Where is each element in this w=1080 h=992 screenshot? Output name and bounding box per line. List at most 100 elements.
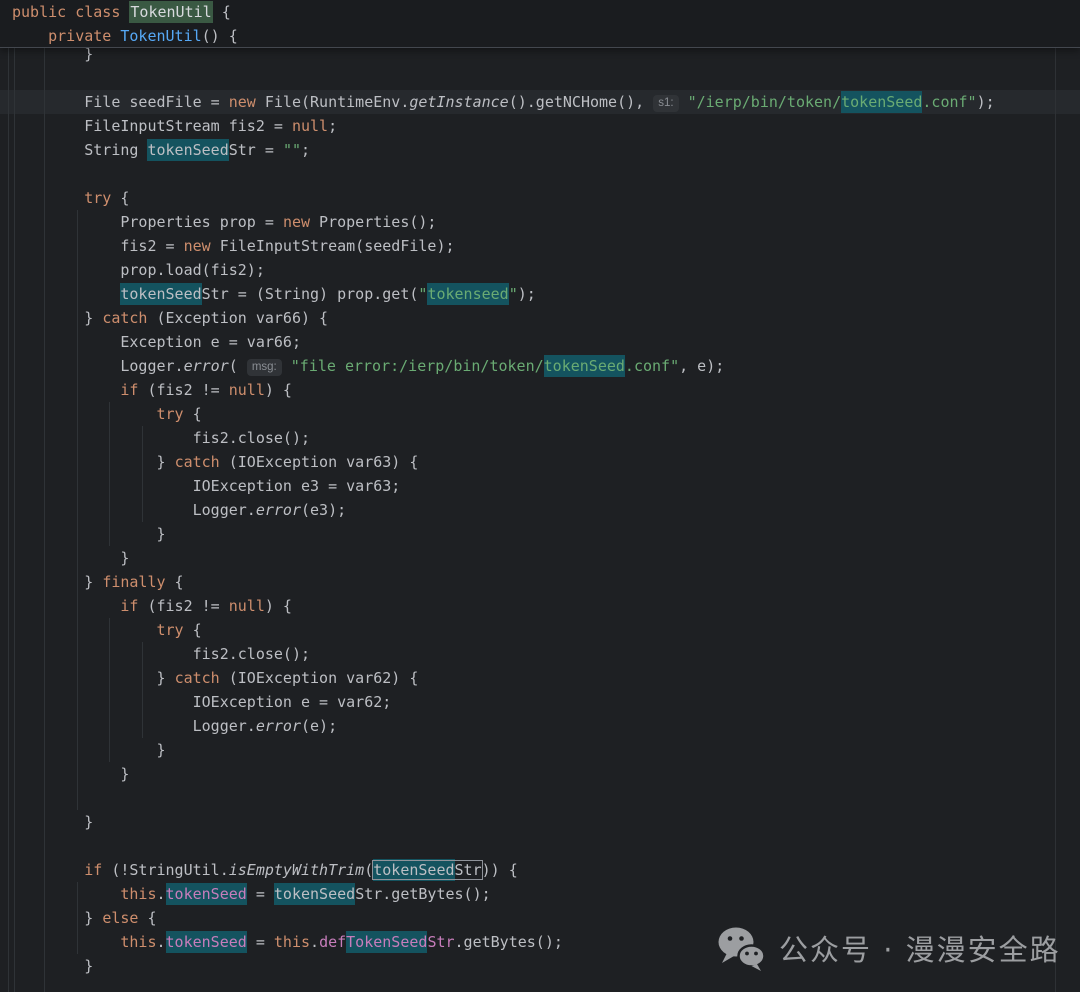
- code-line[interactable]: } catch (Exception var66) {: [0, 306, 1080, 330]
- code-token: =: [247, 933, 274, 951]
- code-token: error: [184, 357, 229, 375]
- code-token: {: [138, 909, 156, 927]
- code-line[interactable]: }: [0, 762, 1080, 786]
- watermark-text: 公众号 · 漫漫安全路: [779, 927, 1061, 969]
- code-token: .getBytes();: [455, 933, 563, 951]
- code-token: FileInputStream fis2 =: [12, 117, 292, 135]
- code-token: Str =: [229, 141, 283, 159]
- code-line[interactable]: fis2.close();: [0, 642, 1080, 666]
- code-line[interactable]: prop.load(fis2);: [0, 258, 1080, 282]
- code-line[interactable]: } catch (IOException var63) {: [0, 450, 1080, 474]
- code-token: Properties prop =: [12, 213, 283, 231]
- code-token: }: [12, 669, 175, 687]
- code-line[interactable]: Logger.error(e);: [0, 714, 1080, 738]
- code-token: isEmptyWithTrim: [229, 861, 364, 879]
- code-token: (: [364, 861, 373, 879]
- code-token: ;: [301, 141, 310, 159]
- code-token: }: [12, 549, 129, 567]
- code-token: private: [48, 27, 120, 45]
- code-token: try: [157, 405, 184, 423]
- code-token: (fis2 !=: [138, 597, 228, 615]
- editor-pane[interactable]: } File seedFile = new File(RuntimeEnv.ge…: [0, 0, 1080, 992]
- code-line[interactable]: fis2 = new FileInputStream(seedFile);: [0, 234, 1080, 258]
- code-token: Properties();: [310, 213, 436, 231]
- inlay-hint[interactable]: msg:: [247, 359, 282, 376]
- usage-highlight: tokenSeed: [166, 883, 247, 905]
- code-line[interactable]: this.tokenSeed = tokenSeedStr.getBytes()…: [0, 882, 1080, 906]
- code-line[interactable]: try {: [0, 186, 1080, 210]
- code-line[interactable]: }: [0, 810, 1080, 834]
- code-line[interactable]: [0, 834, 1080, 858]
- wechat-icon: [716, 923, 766, 973]
- code-line[interactable]: tokenSeedStr = (String) prop.get("tokens…: [0, 282, 1080, 306]
- code-token: error: [256, 501, 301, 519]
- code-line[interactable]: try {: [0, 618, 1080, 642]
- code-token: [12, 189, 84, 207]
- code-token: }: [12, 957, 93, 975]
- code-token: finally: [102, 573, 165, 591]
- code-token: {: [111, 189, 129, 207]
- code-token: fis2 =: [12, 237, 184, 255]
- code-lines[interactable]: } File seedFile = new File(RuntimeEnv.ge…: [0, 42, 1080, 978]
- usage-highlight: tokenSeed: [373, 859, 454, 881]
- code-token: [12, 405, 157, 423]
- code-line[interactable]: }: [0, 522, 1080, 546]
- code-token: Logger.: [12, 501, 256, 519]
- code-line[interactable]: }: [0, 546, 1080, 570]
- code-token: (e);: [301, 717, 337, 735]
- code-line[interactable]: } finally {: [0, 570, 1080, 594]
- inlay-hint[interactable]: s1:: [653, 95, 678, 112]
- code-line[interactable]: }: [0, 738, 1080, 762]
- code-token: null: [229, 381, 265, 399]
- code-token: Logger.: [12, 357, 184, 375]
- code-line[interactable]: Exception e = var66;: [0, 330, 1080, 354]
- code-token: this: [274, 933, 310, 951]
- usage-highlight: tokenseed: [427, 283, 508, 305]
- code-token: ;: [328, 117, 337, 135]
- code-line[interactable]: [0, 66, 1080, 90]
- code-token: try: [84, 189, 111, 207]
- code-line[interactable]: if (!StringUtil.isEmptyWithTrim(tokenSee…: [0, 858, 1080, 882]
- code-line[interactable]: [0, 786, 1080, 810]
- code-token: .: [157, 933, 166, 951]
- code-line[interactable]: } catch (IOException var62) {: [0, 666, 1080, 690]
- code-line[interactable]: IOException e = var62;: [0, 690, 1080, 714]
- code-token: (IOException var62) {: [220, 669, 419, 687]
- code-line[interactable]: Logger.error(e3);: [0, 498, 1080, 522]
- code-token: )) {: [482, 861, 518, 879]
- code-token: [12, 621, 157, 639]
- code-token: }: [12, 309, 102, 327]
- code-line[interactable]: fis2.close();: [0, 426, 1080, 450]
- code-token: [12, 933, 120, 951]
- code-line[interactable]: FileInputStream fis2 = null;: [0, 114, 1080, 138]
- usage-highlight: tokenSeed: [841, 91, 922, 113]
- code-line[interactable]: if (fis2 != null) {: [0, 378, 1080, 402]
- usage-highlight: tokenSeed: [120, 283, 201, 305]
- code-token: (: [229, 357, 247, 375]
- code-token: null: [229, 597, 265, 615]
- code-token: }: [12, 741, 166, 759]
- code-token: .: [310, 933, 319, 951]
- code-token: this: [120, 933, 156, 951]
- sticky-code-line[interactable]: private TokenUtil() {: [0, 24, 1080, 48]
- code-line[interactable]: try {: [0, 402, 1080, 426]
- code-token: [12, 861, 84, 879]
- code-line-current[interactable]: File seedFile = new File(RuntimeEnv.getI…: [0, 90, 1080, 114]
- sticky-lines-header[interactable]: public class TokenUtil { private TokenUt…: [0, 0, 1080, 48]
- code-line[interactable]: String tokenSeedStr = "";: [0, 138, 1080, 162]
- code-line[interactable]: Logger.error( msg: "file error:/ierp/bin…: [0, 354, 1080, 378]
- code-token: File(RuntimeEnv.: [256, 93, 410, 111]
- code-token: error: [256, 717, 301, 735]
- code-token: (Exception var66) {: [147, 309, 328, 327]
- code-token: =: [247, 885, 274, 903]
- code-line[interactable]: Properties prop = new Properties();: [0, 210, 1080, 234]
- code-token: new: [184, 237, 211, 255]
- sticky-code-line[interactable]: public class TokenUtil {: [0, 0, 1080, 24]
- code-token: new: [229, 93, 256, 111]
- code-token: "/ierp/bin/token/: [688, 93, 842, 111]
- code-line[interactable]: [0, 162, 1080, 186]
- code-line[interactable]: IOException e3 = var63;: [0, 474, 1080, 498]
- code-token: [12, 285, 120, 303]
- code-line[interactable]: if (fis2 != null) {: [0, 594, 1080, 618]
- code-token: {: [213, 3, 231, 21]
